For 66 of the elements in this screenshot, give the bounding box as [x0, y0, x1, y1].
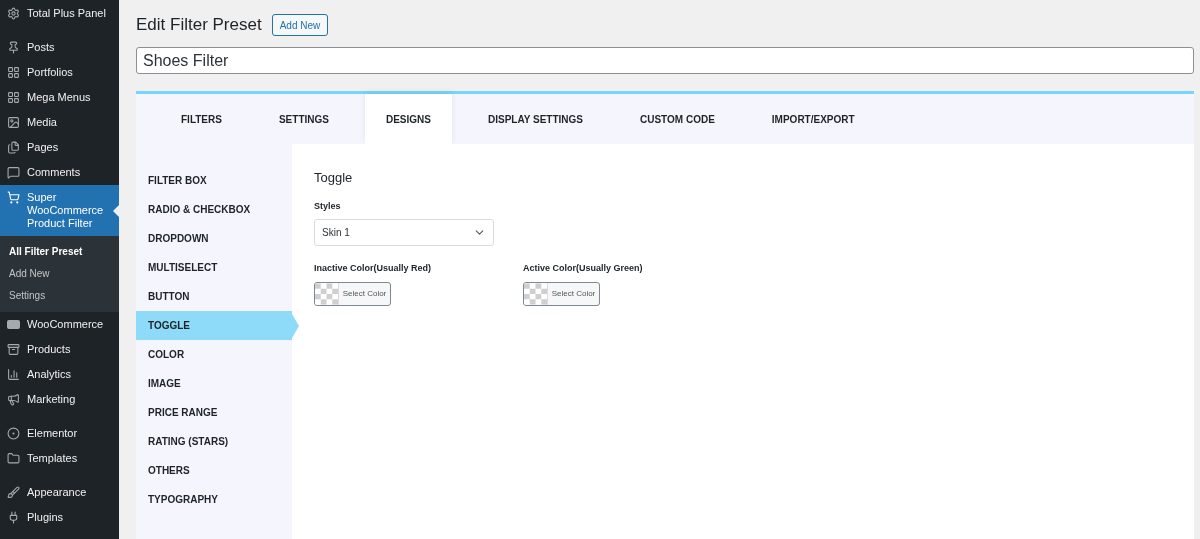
tab[interactable]: IMPORT/EXPORT — [750, 94, 876, 144]
pointer-icon — [113, 205, 119, 217]
sidebar-item[interactable]: Appearance — [0, 480, 119, 505]
sidebar-item[interactable]: WooCommerce — [0, 312, 119, 337]
sidebar-item[interactable]: Analytics — [0, 362, 119, 387]
tab[interactable]: DESIGNS — [364, 94, 452, 144]
woo-badge-icon — [7, 318, 20, 331]
bar-chart-icon — [7, 368, 20, 381]
add-new-button[interactable]: Add New — [271, 14, 329, 36]
sidebar-item[interactable]: Media — [0, 110, 119, 135]
tab[interactable]: FILTERS — [160, 94, 243, 144]
gear-icon — [7, 7, 20, 20]
design-nav-item[interactable]: FILTER BOX — [136, 166, 292, 195]
transparency-swatch-icon — [524, 282, 547, 305]
circle-icon — [7, 427, 20, 440]
styles-select[interactable]: Skin 1 — [314, 219, 494, 246]
design-nav-item[interactable]: OTHERS — [136, 456, 292, 485]
sidebar-item[interactable]: Super WooCommerce Product Filter — [0, 185, 119, 236]
design-nav-item[interactable]: MULTISELECT — [136, 253, 292, 282]
design-nav-item[interactable]: BUTTON — [136, 282, 292, 311]
design-nav-item[interactable]: PRICE RANGE — [136, 398, 292, 427]
select-color-button[interactable]: Select Color — [523, 281, 600, 306]
pointer-icon — [292, 313, 299, 338]
tab[interactable]: CUSTOM CODE — [619, 94, 736, 144]
cart-icon — [7, 191, 20, 204]
transparency-swatch-icon — [315, 282, 338, 305]
sidebar-item[interactable]: Portfolios — [0, 60, 119, 85]
select-color-button[interactable]: Select Color — [314, 281, 391, 306]
brush-icon — [7, 486, 20, 499]
design-nav-item[interactable]: RATING (STARS) — [136, 427, 292, 456]
pin-icon — [7, 41, 20, 54]
design-nav-item[interactable]: TYPOGRAPHY — [136, 485, 292, 514]
megaphone-icon — [7, 393, 20, 406]
submenu-item[interactable]: Settings — [0, 285, 119, 307]
sidebar-item[interactable]: Pages — [0, 135, 119, 160]
grid-icon — [7, 66, 20, 79]
sidebar-item[interactable]: Plugins — [0, 505, 119, 530]
styles-label: Styles — [314, 199, 342, 213]
design-nav-item[interactable]: RADIO & CHECKBOX — [136, 195, 292, 224]
sidebar-item[interactable]: Marketing — [0, 387, 119, 412]
image-icon — [7, 116, 20, 129]
sidebar-item[interactable]: Comments — [0, 160, 119, 185]
plug-icon — [7, 511, 20, 524]
pages-icon — [7, 141, 20, 154]
design-nav-item[interactable]: DROPDOWN — [136, 224, 292, 253]
title-field[interactable]: Shoes Filter — [136, 47, 1194, 74]
submenu-item[interactable]: All Filter Preset — [0, 241, 119, 263]
folder-icon — [7, 452, 20, 465]
design-nav-item[interactable]: IMAGE — [136, 369, 292, 398]
speech-bubble-icon — [7, 166, 20, 179]
sidebar-item[interactable]: Posts — [0, 35, 119, 60]
tab[interactable]: DISPLAY SETTINGS — [466, 94, 604, 144]
sidebar-item[interactable]: Mega Menus — [0, 85, 119, 110]
sidebar-item[interactable]: Templates — [0, 446, 119, 471]
grid-icon — [7, 91, 20, 104]
section-title: Toggle — [314, 169, 354, 187]
color-label: Active Color(Usually Green) — [523, 262, 644, 275]
sidebar-item[interactable]: Products — [0, 337, 119, 362]
sidebar-item[interactable]: Elementor — [0, 421, 119, 446]
tab[interactable]: SETTINGS — [257, 94, 350, 144]
page-title: Edit Filter Preset — [136, 14, 262, 37]
color-label: Inactive Color(Usually Red) — [314, 262, 433, 275]
archive-icon — [7, 343, 20, 356]
submenu-item[interactable]: Add New — [0, 263, 119, 285]
design-nav-item[interactable]: COLOR — [136, 340, 292, 369]
sidebar-item[interactable]: Total Plus Panel — [0, 1, 119, 26]
